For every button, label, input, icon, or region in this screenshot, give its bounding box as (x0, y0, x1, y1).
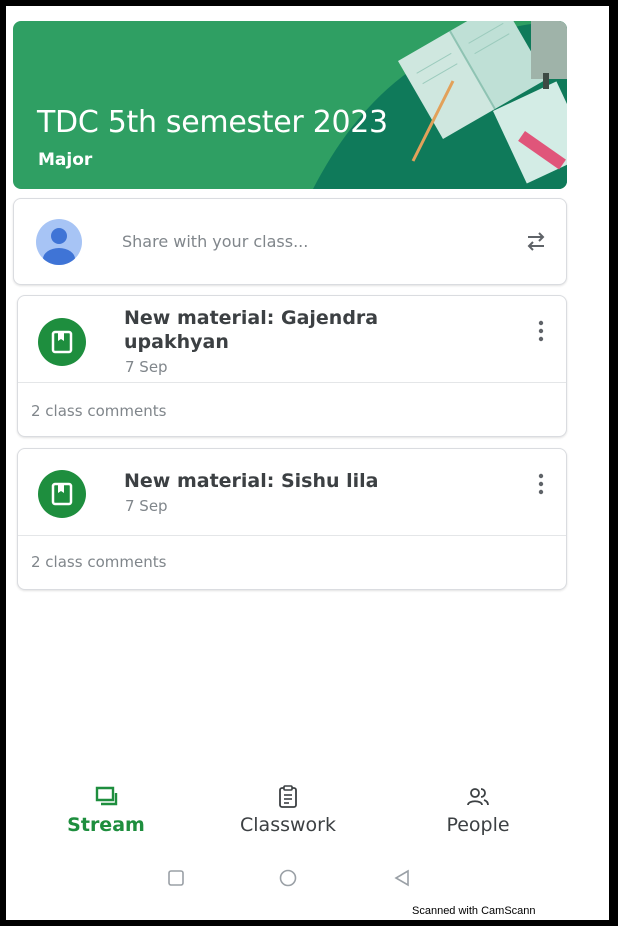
share-with-class-card[interactable]: Share with your class... (13, 198, 567, 285)
classwork-icon (279, 785, 297, 808)
class-comments-link[interactable]: 2 class comments (31, 553, 166, 571)
home-icon[interactable] (278, 868, 298, 888)
tab-stream[interactable]: Stream (36, 784, 176, 836)
tab-classwork-label: Classwork (240, 814, 336, 836)
class-comments-link[interactable]: 2 class comments (31, 402, 166, 420)
class-section: Major (38, 150, 93, 170)
recents-icon[interactable] (166, 868, 186, 888)
tab-people[interactable]: People (408, 784, 548, 836)
stream-post[interactable]: New material: Gajendra upakhyan 7 Sep 2 … (17, 295, 567, 437)
post-date: 7 Sep (125, 358, 168, 376)
class-title: TDC 5th semester 2023 (37, 105, 388, 140)
tab-classwork[interactable]: Classwork (218, 784, 358, 836)
post-title: New material: Sishu lila (124, 470, 379, 492)
account-avatar-icon (36, 219, 82, 265)
class-banner[interactable]: TDC 5th semester 2023 Major (13, 21, 567, 189)
divider (18, 382, 566, 383)
material-icon (38, 470, 86, 518)
post-title: New material: Gajendra upakhyan (124, 307, 379, 353)
back-icon[interactable] (392, 868, 412, 888)
tab-stream-label: Stream (67, 814, 145, 836)
post-date: 7 Sep (125, 497, 168, 515)
repost-icon[interactable] (522, 227, 550, 255)
stream-icon (95, 786, 118, 806)
material-icon (38, 318, 86, 366)
classroom-stream-screen: TDC 5th semester 2023 Major Share with y… (6, 6, 609, 920)
more-options-icon[interactable] (538, 320, 544, 342)
more-options-icon[interactable] (538, 473, 544, 495)
people-icon (467, 788, 489, 806)
stream-post[interactable]: New material: Sishu lila 7 Sep 2 class c… (17, 448, 567, 590)
tab-people-label: People (446, 814, 510, 836)
divider (18, 535, 566, 536)
scanner-watermark: Scanned with CamScann (412, 905, 536, 917)
share-placeholder: Share with your class... (122, 232, 309, 251)
